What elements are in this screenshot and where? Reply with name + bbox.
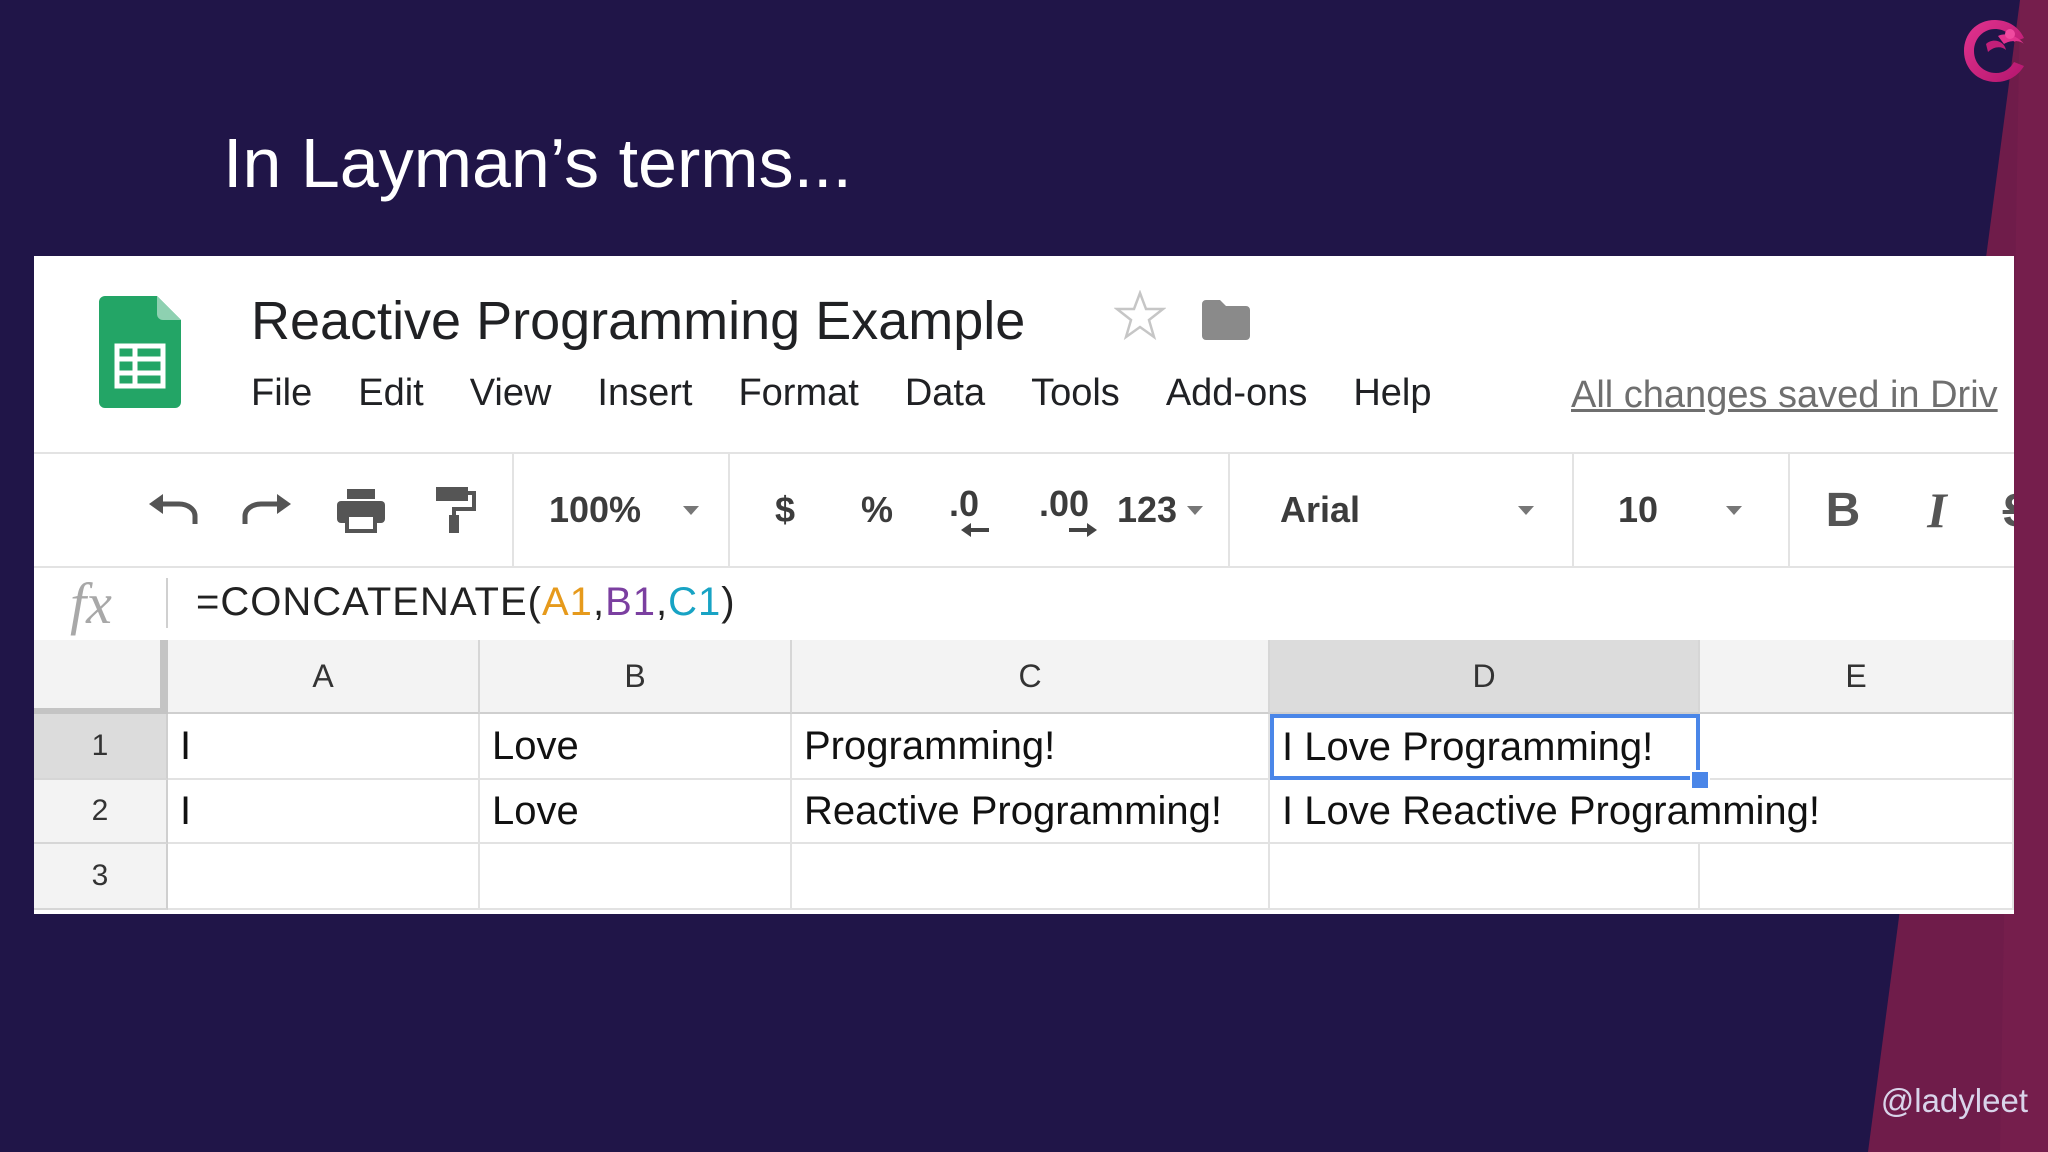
bold-button[interactable]: B xyxy=(1808,454,1878,566)
chevron-down-icon xyxy=(1726,505,1743,515)
menu-format[interactable]: Format xyxy=(738,372,858,415)
undo-button[interactable] xyxy=(138,454,208,566)
menu-tools[interactable]: Tools xyxy=(1031,372,1120,415)
cell-a3[interactable] xyxy=(168,844,480,910)
increase-decimal-icon: .00 xyxy=(1038,483,1090,524)
reactivex-logo-icon xyxy=(1964,20,2024,82)
menu-data[interactable]: Data xyxy=(905,372,985,415)
formula-ref-a1: A1 xyxy=(542,580,593,624)
menu-help[interactable]: Help xyxy=(1353,372,1431,415)
zoom-select[interactable]: 100% xyxy=(524,454,724,566)
column-header-e[interactable]: E xyxy=(1700,640,2014,714)
font-family-value: Arial xyxy=(1280,489,1361,530)
strikethrough-icon: S xyxy=(2003,483,2014,537)
fx-label: fx xyxy=(70,571,112,636)
column-header-d[interactable]: D xyxy=(1270,640,1700,714)
cell-c1[interactable]: Programming! xyxy=(792,714,1270,780)
cell-e3[interactable] xyxy=(1700,844,2014,910)
sheets-screenshot: Reactive Programming Example File Edit Vie… xyxy=(34,256,2014,914)
twitter-handle: @ladyleet xyxy=(1880,1082,2028,1119)
cell-a2[interactable]: I xyxy=(168,780,480,844)
strikethrough-button[interactable]: S xyxy=(1988,454,2014,566)
folder-icon[interactable] xyxy=(1200,298,1252,342)
spreadsheet-grid: A B C D E 1 2 3 I Love Programming! I Lo… xyxy=(34,640,2014,914)
formula-input[interactable]: =CONCATENATE(A1,B1,C1) xyxy=(196,580,736,625)
column-header-b[interactable]: B xyxy=(480,640,792,714)
menu-edit[interactable]: Edit xyxy=(358,372,423,415)
select-all-corner[interactable] xyxy=(34,640,168,714)
toolbar-divider xyxy=(1572,454,1574,566)
chevron-down-icon xyxy=(1518,505,1535,515)
font-size-value: 10 xyxy=(1618,489,1659,530)
formula-comma: , xyxy=(592,580,606,624)
print-button[interactable] xyxy=(326,454,396,566)
cell-b3[interactable] xyxy=(480,844,792,910)
increase-decimal-button[interactable]: .00 xyxy=(1024,454,1104,566)
currency-icon: $ xyxy=(774,489,796,530)
cell-d1[interactable]: I Love Programming! xyxy=(1270,714,1700,780)
more-formats-label: 123 xyxy=(1116,489,1178,530)
save-status-link[interactable]: All changes saved in Driv xyxy=(1571,374,1998,417)
print-icon xyxy=(337,489,385,533)
formula-ref-c1: C1 xyxy=(668,580,722,624)
star-icon[interactable] xyxy=(1114,290,1166,342)
currency-format-button[interactable]: $ xyxy=(750,454,820,566)
paint-format-button[interactable] xyxy=(420,454,490,566)
italic-icon: I xyxy=(1927,482,1947,538)
undo-icon xyxy=(149,494,198,524)
italic-button[interactable]: I xyxy=(1902,454,1972,566)
fill-handle[interactable] xyxy=(1690,770,1710,790)
toolbar-divider xyxy=(1228,454,1230,566)
redo-icon xyxy=(242,494,291,524)
zoom-value: 100% xyxy=(548,489,642,530)
font-size-select[interactable]: 10 xyxy=(1590,454,1780,566)
chevron-down-icon xyxy=(1187,505,1204,515)
cell-d3[interactable] xyxy=(1270,844,1700,910)
cell-b2[interactable]: Love xyxy=(480,780,792,844)
percent-icon: % xyxy=(860,489,893,530)
cell-c3[interactable] xyxy=(792,844,1270,910)
column-header-c[interactable]: C xyxy=(792,640,1270,714)
cell-b1[interactable]: Love xyxy=(480,714,792,780)
toolbar: 100% $ % .0 .00 123 Arial 10 B I xyxy=(34,452,2014,568)
bold-icon: B xyxy=(1825,483,1861,537)
row-header-2[interactable]: 2 xyxy=(34,780,168,844)
redo-button[interactable] xyxy=(232,454,302,566)
menu-view[interactable]: View xyxy=(470,372,552,415)
chevron-down-icon xyxy=(683,505,700,515)
cell-d2[interactable]: I Love Reactive Programming! xyxy=(1270,780,2014,844)
menu-insert[interactable]: Insert xyxy=(597,372,692,415)
decrease-decimal-icon: .0 xyxy=(948,483,980,524)
menu-file[interactable]: File xyxy=(251,372,312,415)
formula-divider xyxy=(166,578,168,628)
more-formats-button[interactable]: 123 xyxy=(1110,454,1210,566)
arrow-left-icon xyxy=(961,523,989,537)
formula-prefix: =CONCATENATE( xyxy=(196,580,542,624)
document-title[interactable]: Reactive Programming Example xyxy=(251,290,1025,352)
column-header-a[interactable]: A xyxy=(168,640,480,714)
cell-e1[interactable] xyxy=(1700,714,2014,780)
toolbar-divider xyxy=(1788,454,1790,566)
menu-addons[interactable]: Add-ons xyxy=(1166,372,1308,415)
formula-suffix: ) xyxy=(721,580,736,624)
cell-c2[interactable]: Reactive Programming! xyxy=(792,780,1270,844)
cell-a1[interactable]: I xyxy=(168,714,480,780)
google-sheets-icon xyxy=(99,296,181,408)
font-family-select[interactable]: Arial xyxy=(1244,454,1544,566)
row-header-3[interactable]: 3 xyxy=(34,844,168,910)
slide-title: In Layman’s terms... xyxy=(223,124,852,202)
percent-format-button[interactable]: % xyxy=(842,454,912,566)
decrease-decimal-button[interactable]: .0 xyxy=(924,454,1004,566)
row-header-1[interactable]: 1 xyxy=(34,714,168,780)
formula-bar: fx =CONCATENATE(A1,B1,C1) xyxy=(34,566,2014,642)
toolbar-divider xyxy=(512,454,514,566)
toolbar-divider xyxy=(728,454,730,566)
formula-ref-b1: B1 xyxy=(605,580,656,624)
arrow-right-icon xyxy=(1069,523,1097,537)
menu-bar: File Edit View Insert Format Data Tools Add-ons… xyxy=(251,372,1478,422)
paint-format-icon xyxy=(436,487,476,533)
formula-comma: , xyxy=(656,580,669,624)
